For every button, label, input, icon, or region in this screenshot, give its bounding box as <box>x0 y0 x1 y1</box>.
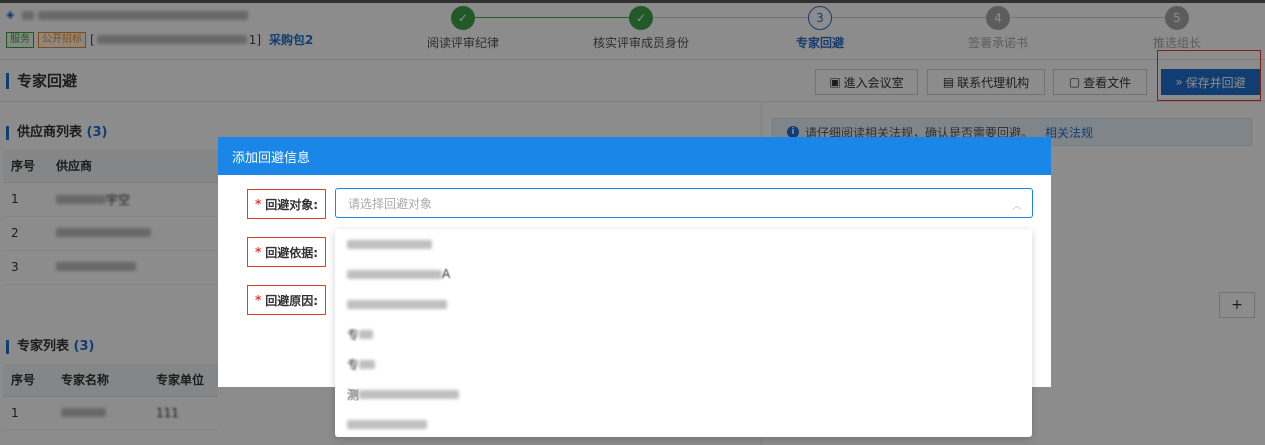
dropdown-option[interactable] <box>335 409 1032 439</box>
dropdown-option[interactable] <box>335 229 1032 259</box>
select-placeholder: 请选择回避对象 <box>348 196 433 211</box>
highlight-target-label <box>247 189 326 219</box>
dropdown-option[interactable]: 专 <box>335 319 1032 349</box>
option-text: A <box>442 267 451 281</box>
modal-title: 添加回避信息 <box>218 137 1051 175</box>
highlight-reason-label <box>247 285 326 315</box>
dropdown-option[interactable]: A <box>335 259 1032 289</box>
recusal-target-dropdown: A 专 专 测 <box>335 229 1032 437</box>
dropdown-option[interactable]: 测 <box>335 379 1032 409</box>
option-text: 专 <box>347 357 360 372</box>
chevron-up-icon: ︿ <box>1012 201 1022 212</box>
dropdown-option[interactable] <box>335 289 1032 319</box>
recusal-target-select[interactable]: 请选择回避对象 ︿ <box>335 188 1033 218</box>
highlight-basis-label <box>247 237 326 267</box>
option-text: 测 <box>347 387 360 402</box>
option-text: 专 <box>347 327 360 342</box>
dropdown-option[interactable]: 专 <box>335 349 1032 379</box>
